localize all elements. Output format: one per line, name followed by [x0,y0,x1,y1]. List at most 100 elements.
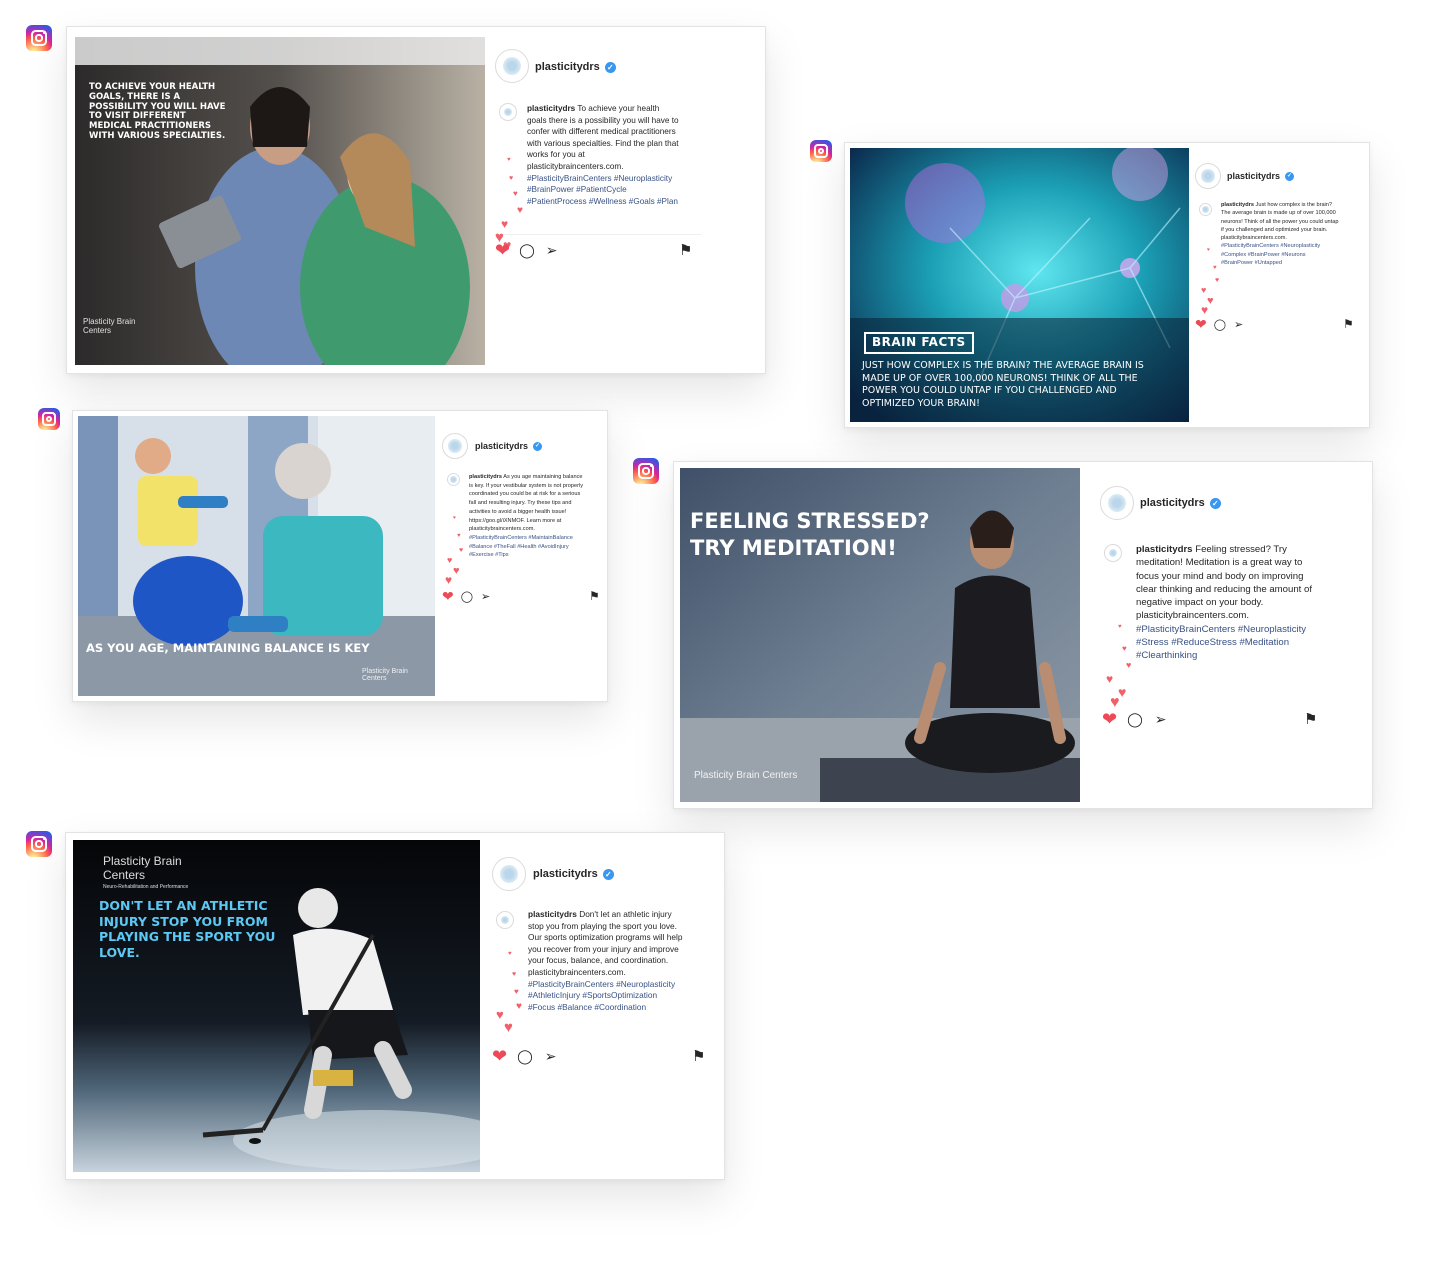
floating-heart-icon: ♥ [457,533,461,539]
profile-handle[interactable]: plasticitydrs ✓ [1140,497,1221,509]
like-heart-icon[interactable]: ❤ [442,588,454,605]
like-heart-icon[interactable]: ❤ [1195,316,1207,333]
floating-hearts: ♥ ♥ ♥ ♥ ♥ ♥ [490,943,530,1043]
share-icon[interactable]: ➢ [545,1048,557,1065]
share-icon[interactable]: ➢ [546,242,558,259]
profile-avatar[interactable] [1195,163,1221,189]
floating-hearts: ♥ ♥ ♥ ♥ ♥ ♥ [439,511,471,591]
caption-text: As you age maintaining balance is key. I… [469,474,583,533]
comment-icon[interactable]: ◯ [519,242,535,259]
floating-heart-icon: ♥ [1122,644,1127,653]
caption-avatar [447,473,460,486]
instagram-logo-icon [633,458,659,484]
save-bookmark-icon[interactable]: ⚑ [692,1047,705,1065]
post-actions: ❤ ◯ ➢ [442,587,490,605]
floating-heart-icon: ♥ [1207,247,1210,253]
comment-icon[interactable]: ◯ [1127,711,1143,728]
profile-handle[interactable]: plasticitydrs ✓ [475,441,543,452]
floating-heart-icon: ♥ [501,217,509,231]
post-image-overlay-text: JUST HOW COMPLEX IS THE BRAIN? THE AVERA… [862,360,1144,409]
post-caption: plasticitydrs To achieve your health goa… [527,103,679,207]
post-image-overlay-text: TO ACHIEVE YOUR HEALTH GOALS, THERE IS A… [89,82,226,141]
floating-heart-icon: ♥ [1215,277,1220,284]
instagram-logo-icon [26,25,52,51]
save-bookmark-icon[interactable]: ⚑ [1343,317,1354,331]
handle-text[interactable]: plasticitydrs [1140,497,1205,509]
share-icon[interactable]: ➢ [1155,711,1167,728]
like-heart-icon[interactable]: ❤ [492,1046,507,1067]
handle-text[interactable]: plasticitydrs [1227,171,1280,181]
profile-avatar[interactable] [495,49,529,83]
handle-text[interactable]: plasticitydrs [533,868,598,880]
caption-hashtags[interactable]: #PlasticityBrainCenters #Neuroplasticity… [528,979,675,1012]
profile-handle[interactable]: plasticitydrs ✓ [535,61,616,73]
instagram-post-card: FEELING STRESSED? TRY MEDITATION! Plasti… [673,461,1373,809]
floating-heart-icon: ♥ [459,547,464,554]
floating-heart-icon: ♥ [1201,285,1207,295]
profile-avatar[interactable] [442,433,468,459]
floating-heart-icon: ♥ [504,1019,513,1036]
profile-handle[interactable]: plasticitydrs ✓ [533,868,614,880]
caption-text: To achieve your health goals there is a … [527,104,679,171]
save-bookmark-icon[interactable]: ⚑ [589,589,600,603]
like-heart-icon[interactable]: ❤ [1102,709,1117,730]
brand-logo: Plasticity Brain Centers [694,770,798,781]
verified-badge-icon: ✓ [1285,172,1295,182]
verified-badge-icon: ✓ [602,868,614,880]
post-sidebar: plasticitydrs ✓ plasticitydrs Don't let a… [488,833,720,1179]
floating-heart-icon: ♥ [447,555,453,565]
verified-badge-icon: ✓ [1209,497,1221,509]
caption-user[interactable]: plasticitydrs [1136,544,1193,555]
caption-user[interactable]: plasticitydrs [528,909,577,919]
profile-handle[interactable]: plasticitydrs ✓ [1227,171,1295,182]
caption-text: Don't let an athletic injury stop you fr… [528,909,683,977]
post-sidebar: plasticitydrs ✓ plasticitydrs Feeling str… [1086,462,1368,808]
comment-icon[interactable]: ◯ [1214,318,1226,331]
post-sidebar: plasticitydrs ✓ plasticitydrs Just how co… [1193,143,1365,427]
profile-avatar[interactable] [492,857,526,891]
brand-tagline: Neuro-Rehabilitation and Performance [103,884,189,890]
save-bookmark-icon[interactable]: ⚑ [1304,710,1317,728]
divider [495,234,701,235]
instagram-logo-icon [38,408,60,430]
image-badge: BRAIN FACTS [864,332,974,354]
handle-text[interactable]: plasticitydrs [475,441,528,451]
floating-heart-icon: ♥ [512,971,517,978]
post-actions: ❤ ◯ ➢ [1102,708,1167,730]
caption-user[interactable]: plasticitydrs [1221,202,1254,208]
share-icon[interactable]: ➢ [1234,318,1243,331]
instagram-logo-icon [26,831,52,857]
floating-heart-icon: ♥ [496,1007,504,1022]
floating-heart-icon: ♥ [453,515,456,521]
post-caption: plasticitydrs As you age maintaining bal… [469,473,587,560]
comment-icon[interactable]: ◯ [517,1048,533,1065]
floating-heart-icon: ♥ [453,565,460,577]
caption-user[interactable]: plasticitydrs [527,104,575,113]
caption-avatar [1104,544,1122,562]
profile-avatar[interactable] [1100,486,1134,520]
post-sidebar: plasticitydrs ✓ plasticitydrs As you age … [439,411,605,701]
post-image: BRAIN FACTS JUST HOW COMPLEX IS THE BRAI… [850,148,1189,422]
verified-badge-icon: ✓ [533,442,543,452]
instagram-post-card: AS YOU AGE, MAINTAINING BALANCE IS KEY P… [72,410,608,702]
save-bookmark-icon[interactable]: ⚑ [679,241,692,259]
post-image-overlay-text: FEELING STRESSED? TRY MEDITATION! [690,509,930,560]
floating-heart-icon: ♥ [1106,672,1114,686]
post-caption: plasticitydrs Feeling stressed? Try medi… [1136,543,1312,663]
caption-hashtags[interactable]: #PlasticityBrainCenters #Neuroplasticity… [527,174,678,206]
caption-user[interactable]: plasticitydrs [469,474,502,480]
caption-avatar [496,911,514,929]
handle-text[interactable]: plasticitydrs [535,61,600,73]
comment-icon[interactable]: ◯ [461,590,473,603]
floating-heart-icon: ♥ [517,205,523,216]
instagram-post-card: TO ACHIEVE YOUR HEALTH GOALS, THERE IS A… [66,26,766,374]
caption-hashtags[interactable]: #PlasticityBrainCenters #Neuroplasticity… [1221,243,1320,266]
caption-hashtags[interactable]: #PlasticityBrainCenters #MaintainBalance… [469,535,573,558]
caption-avatar [1199,203,1212,216]
like-heart-icon[interactable]: ❤ [495,240,510,261]
caption-hashtags[interactable]: #PlasticityBrainCenters #Neuroplasticity… [1136,624,1306,662]
post-sidebar: plasticitydrs ✓ plasticitydrs To achieve … [491,27,761,373]
floating-heart-icon: ♥ [1118,624,1122,630]
post-image: TO ACHIEVE YOUR HEALTH GOALS, THERE IS A… [75,37,485,365]
share-icon[interactable]: ➢ [481,590,490,603]
